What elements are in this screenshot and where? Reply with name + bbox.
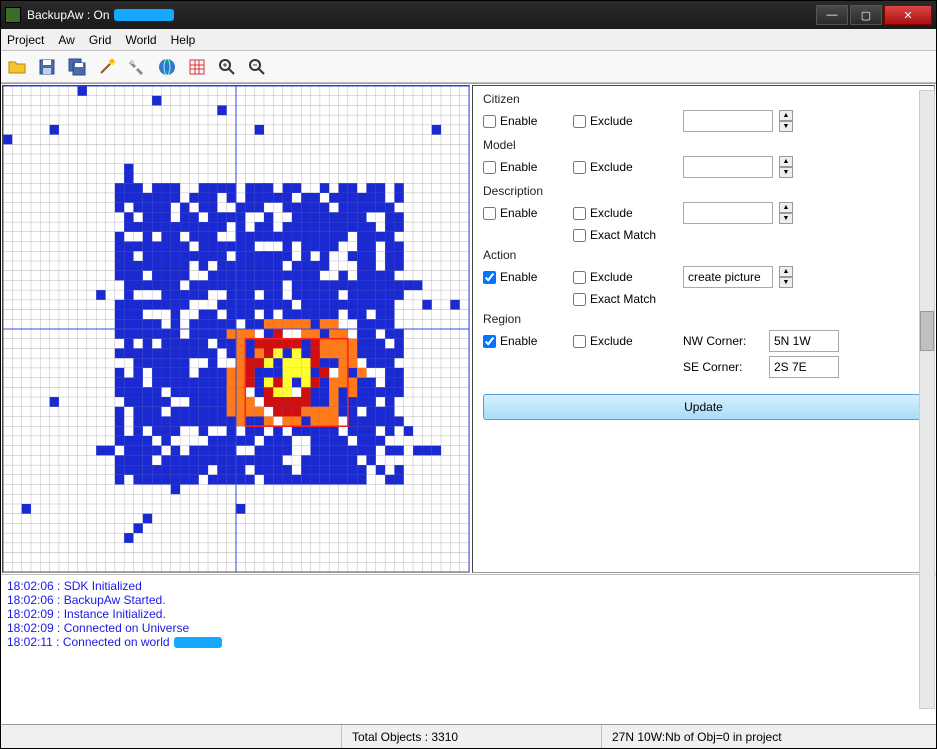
action-enable-checkbox[interactable]: [483, 271, 496, 284]
zoom-in-icon[interactable]: [215, 55, 239, 79]
log-line: 18:02:06 : SDK Initialized: [7, 579, 930, 593]
filter-panel: Citizen Enable Exclude ▲▼ Model Enable E…: [472, 85, 935, 573]
region-enable-checkbox[interactable]: [483, 335, 496, 348]
region-exclude-checkbox[interactable]: [573, 335, 586, 348]
nw-corner-label: NW Corner:: [683, 334, 763, 348]
log-line: 18:02:09 : Instance Initialized.: [7, 607, 930, 621]
menu-world[interactable]: World: [125, 33, 156, 47]
log-line: 18:02:11 : Connected on world: [7, 635, 930, 649]
save-icon[interactable]: [35, 55, 59, 79]
citizen-exclude-checkbox[interactable]: [573, 115, 586, 128]
globe-icon[interactable]: [155, 55, 179, 79]
menu-aw[interactable]: Aw: [58, 33, 74, 47]
description-exclude-checkbox[interactable]: [573, 207, 586, 220]
se-corner-label: SE Corner:: [683, 360, 763, 374]
model-value-input[interactable]: [683, 156, 773, 178]
se-corner-input[interactable]: [769, 356, 839, 378]
title-bar: BackupAw : On — ▢ ✕: [1, 1, 936, 29]
nw-corner-input[interactable]: [769, 330, 839, 352]
minimize-button[interactable]: —: [816, 5, 848, 25]
menu-project[interactable]: Project: [7, 33, 44, 47]
open-icon[interactable]: [5, 55, 29, 79]
toolbar: [1, 51, 936, 83]
description-value-input[interactable]: [683, 202, 773, 224]
menu-bar: Project Aw Grid World Help: [1, 29, 936, 51]
world-name-redacted: [114, 9, 174, 21]
log-line: 18:02:09 : Connected on Universe: [7, 621, 930, 635]
model-label: Model: [483, 138, 924, 152]
status-objects: Total Objects : 3310: [341, 725, 601, 748]
model-enable-checkbox[interactable]: [483, 161, 496, 174]
app-icon: [5, 7, 21, 23]
grid-icon[interactable]: [185, 55, 209, 79]
maximize-button[interactable]: ▢: [850, 5, 882, 25]
action-label: Action: [483, 248, 924, 262]
log-panel: 18:02:06 : SDK Initialized18:02:06 : Bac…: [1, 574, 936, 724]
citizen-enable-checkbox[interactable]: [483, 115, 496, 128]
status-cell-1: [1, 725, 341, 748]
model-spinner[interactable]: ▲▼: [779, 156, 793, 178]
save-all-icon[interactable]: [65, 55, 89, 79]
world-name-redacted: [174, 637, 222, 648]
description-enable-checkbox[interactable]: [483, 207, 496, 220]
action-exclude-checkbox[interactable]: [573, 271, 586, 284]
action-value-input[interactable]: [683, 266, 773, 288]
description-spinner[interactable]: ▲▼: [779, 202, 793, 224]
citizen-value-input[interactable]: [683, 110, 773, 132]
window-title: BackupAw : On: [27, 8, 110, 22]
description-exact-checkbox[interactable]: [573, 229, 586, 242]
action-spinner[interactable]: ▲▼: [779, 266, 793, 288]
model-exclude-checkbox[interactable]: [573, 161, 586, 174]
scrollbar-thumb[interactable]: [920, 311, 934, 351]
map-grid[interactable]: [2, 85, 470, 573]
zoom-out-icon[interactable]: [245, 55, 269, 79]
tools-icon[interactable]: [125, 55, 149, 79]
close-button[interactable]: ✕: [884, 5, 932, 25]
wizard-icon[interactable]: [95, 55, 119, 79]
citizen-spinner[interactable]: ▲▼: [779, 110, 793, 132]
vertical-scrollbar[interactable]: [919, 90, 935, 709]
update-button[interactable]: Update: [483, 394, 924, 420]
region-label: Region: [483, 312, 924, 326]
menu-help[interactable]: Help: [171, 33, 196, 47]
status-bar: Total Objects : 3310 27N 10W:Nb of Obj=0…: [1, 724, 936, 748]
description-label: Description: [483, 184, 924, 198]
menu-grid[interactable]: Grid: [89, 33, 112, 47]
log-line: 18:02:06 : BackupAw Started.: [7, 593, 930, 607]
status-coord: 27N 10W:Nb of Obj=0 in project: [601, 725, 936, 748]
citizen-label: Citizen: [483, 92, 924, 106]
action-exact-checkbox[interactable]: [573, 293, 586, 306]
